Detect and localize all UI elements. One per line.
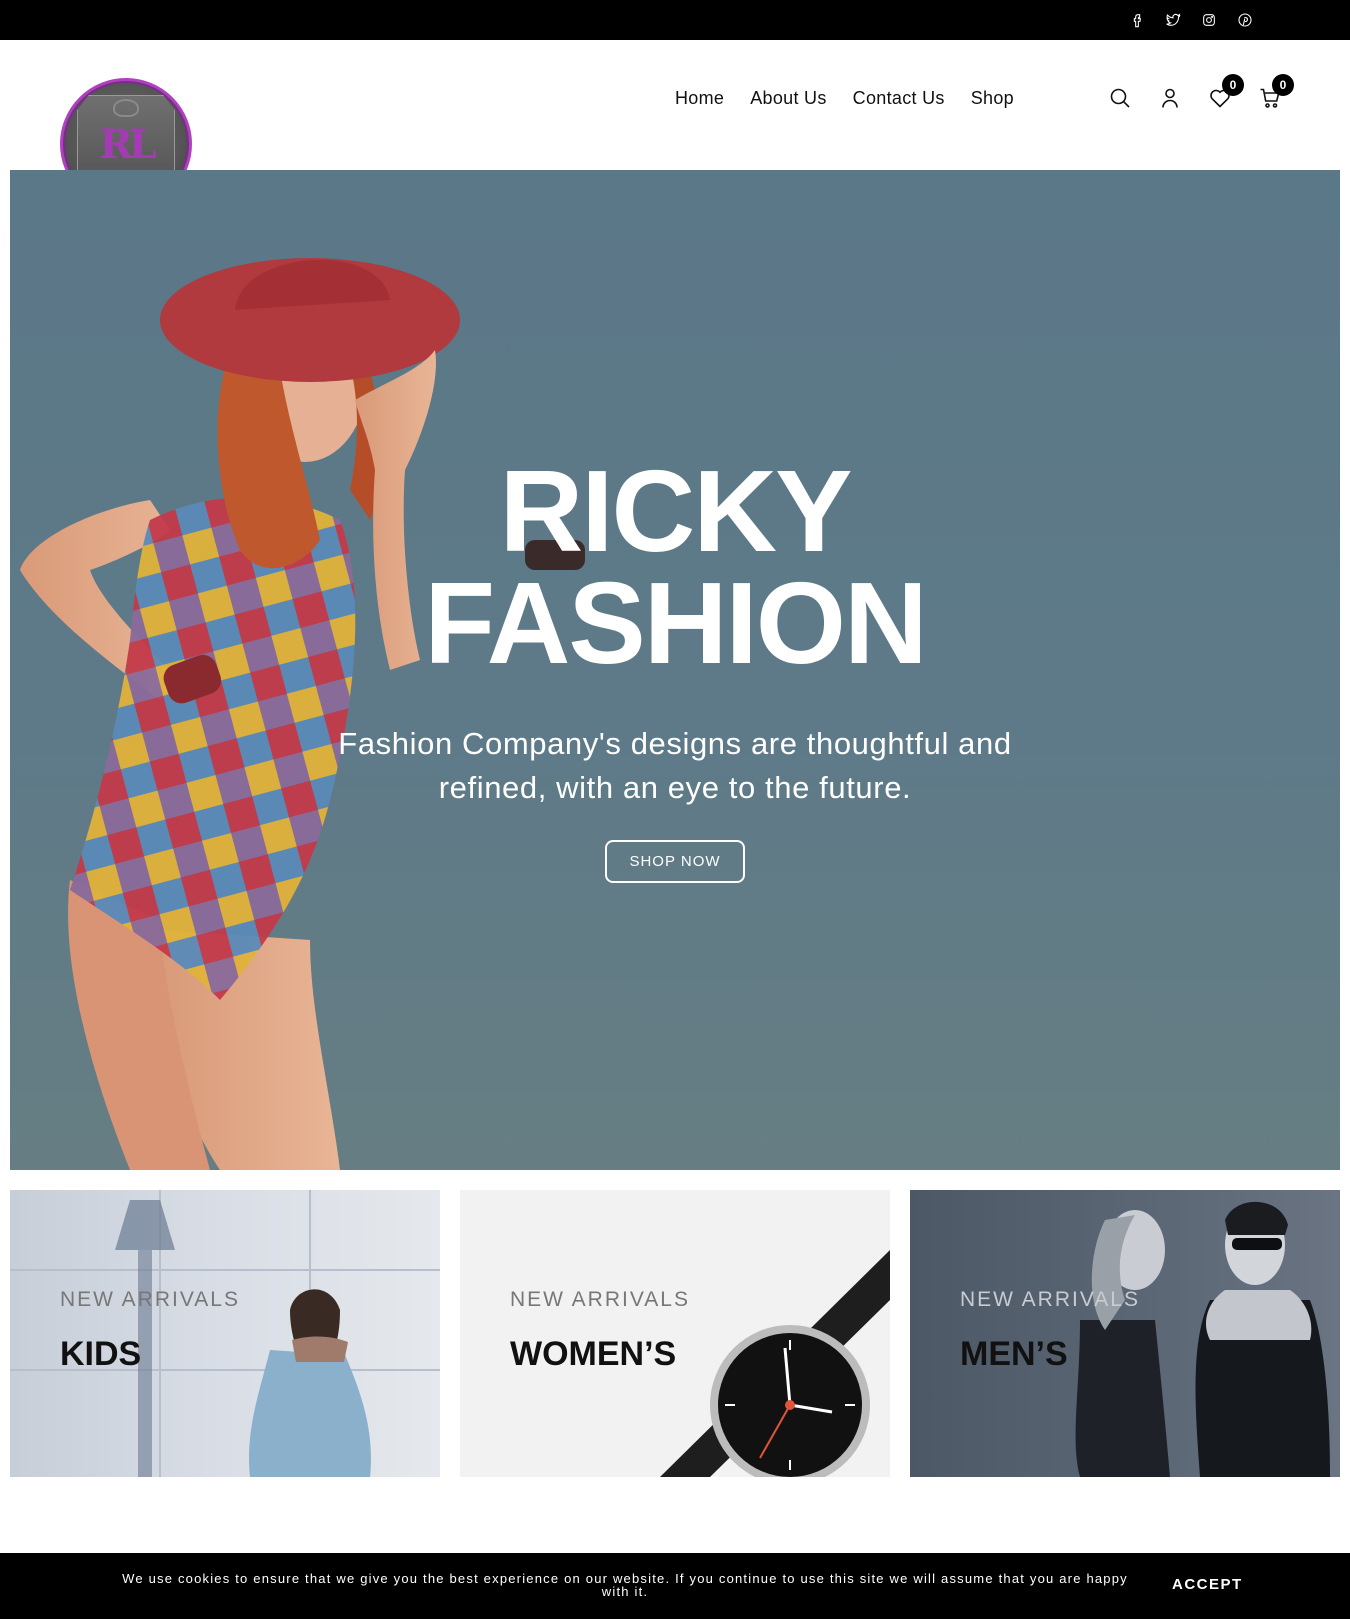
hero-banner: RICKY FASHION Fashion Company's designs … <box>10 170 1340 1170</box>
cookie-banner: We use cookies to ensure that we give yo… <box>0 1553 1350 1619</box>
social-links <box>1126 9 1256 31</box>
hero-subtitle: Fashion Company's designs are thoughtful… <box>285 722 1065 810</box>
cart-count-badge: 0 <box>1272 74 1294 96</box>
nav-home[interactable]: Home <box>675 88 724 109</box>
site-header: RL Home About Us Contact Us Shop 0 0 <box>0 40 1350 210</box>
wishlist-count-badge: 0 <box>1222 74 1244 96</box>
kids-card-image <box>10 1190 440 1477</box>
womens-card-title: WOMEN’S <box>510 1335 677 1373</box>
logo-monogram: RL <box>99 121 156 168</box>
cookie-message: We use cookies to ensure that we give yo… <box>122 1571 1128 1599</box>
category-card-mens[interactable]: NEW ARRIVALS MEN’S <box>910 1190 1340 1477</box>
hero-title-line1: RICKY <box>499 446 853 576</box>
facebook-icon[interactable] <box>1126 9 1148 31</box>
header-actions: 0 0 <box>1108 74 1294 110</box>
hero-title-line2: FASHION <box>424 558 928 688</box>
kids-card-title: KIDS <box>60 1335 142 1373</box>
cart-icon[interactable]: 0 <box>1258 74 1294 110</box>
mens-card-title: MEN’S <box>960 1335 1068 1373</box>
nav-about-us[interactable]: About Us <box>750 88 826 109</box>
hero-model-image <box>20 258 585 1170</box>
category-card-kids[interactable]: NEW ARRIVALS KIDS <box>10 1190 440 1477</box>
top-bar <box>0 0 1350 40</box>
hero-subtitle-line1: Fashion Company's designs are thoughtful… <box>338 726 1012 761</box>
search-icon[interactable] <box>1108 86 1132 110</box>
logo-crest <box>113 99 139 117</box>
mens-card-couple-image <box>1075 1201 1330 1477</box>
nav-contact-us[interactable]: Contact Us <box>853 88 945 109</box>
cookie-accept-button[interactable]: ACCEPT <box>1172 1576 1243 1593</box>
main-nav: Home About Us Contact Us Shop <box>675 88 1014 109</box>
category-card-womens[interactable]: NEW ARRIVALS WOMEN’S <box>460 1190 890 1477</box>
kids-card-kicker: NEW ARRIVALS <box>60 1288 240 1311</box>
hero-subtitle-line2: refined, with an eye to the future. <box>438 770 912 805</box>
womens-card-kicker: NEW ARRIVALS <box>510 1288 690 1311</box>
user-icon[interactable] <box>1158 86 1182 110</box>
twitter-icon[interactable] <box>1162 9 1184 31</box>
shop-now-button[interactable]: SHOP NOW <box>605 840 745 883</box>
womens-card-watch-image <box>660 1250 890 1477</box>
mens-card-kicker: NEW ARRIVALS <box>960 1288 1140 1311</box>
instagram-icon[interactable] <box>1198 9 1220 31</box>
pinterest-icon[interactable] <box>1234 9 1256 31</box>
heart-icon[interactable]: 0 <box>1208 74 1244 110</box>
nav-shop[interactable]: Shop <box>971 88 1014 109</box>
